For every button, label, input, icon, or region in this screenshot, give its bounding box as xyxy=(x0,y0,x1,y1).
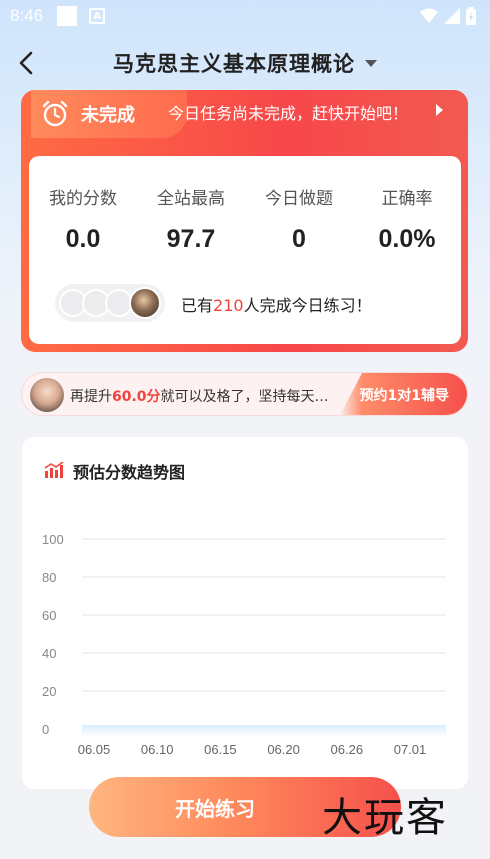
trend-chart: 100 80 60 40 20 0 06.05 06.10 06.15 06.20 06.26 07.… xyxy=(42,532,446,757)
task-hint-link[interactable]: 今日任务尚未完成，赶快开始吧！ xyxy=(168,100,408,124)
stat-value: 0.0 xyxy=(65,225,101,253)
daily-task-card: 未完成 今日任务尚未完成，赶快开始吧！ 我的分数 0.0 全站最高 97.7 今… xyxy=(21,90,468,352)
avatar xyxy=(129,287,161,319)
task-status-badge: 未完成 xyxy=(31,90,187,138)
completed-suffix: 人完成今日练习！ xyxy=(243,296,372,315)
notification-square-icon xyxy=(57,6,78,26)
chevron-right-icon[interactable] xyxy=(436,104,443,116)
status-time: 8:46 xyxy=(10,6,44,25)
stat-label: 今日做题 xyxy=(265,189,333,209)
header: 马克思主义基本原理概论 xyxy=(0,38,490,88)
status-bar: 8:46 A xyxy=(0,0,490,32)
y-tick-label: 60 xyxy=(42,608,56,623)
x-tick-label: 06.15 xyxy=(204,742,237,757)
wifi-icon xyxy=(420,8,438,23)
y-tick-label: 20 xyxy=(42,684,56,699)
tutor-banner[interactable]: 再提升60.0分就可以及格了，坚持每天… 预约1对1辅导 xyxy=(21,372,468,416)
x-tick-label: 07.01 xyxy=(394,742,427,757)
tutor-text-highlight: 60.0分 xyxy=(112,389,161,405)
y-tick-label: 40 xyxy=(42,646,56,661)
chart-title: 预估分数趋势图 xyxy=(73,463,186,482)
completed-count: 210 xyxy=(213,296,244,315)
stat-value: 0 xyxy=(292,225,306,253)
stat-accuracy: 正确率 0.0% xyxy=(353,184,461,254)
completed-prefix: 已有 xyxy=(181,296,214,315)
stats-panel: 我的分数 0.0 全站最高 97.7 今日做题 0 正确率 0.0% 已有210… xyxy=(29,156,461,344)
y-tick-label: 0 xyxy=(42,722,49,737)
stats-row: 我的分数 0.0 全站最高 97.7 今日做题 0 正确率 0.0% xyxy=(29,184,461,254)
status-right-icons xyxy=(420,7,476,25)
book-tutoring-button[interactable]: 预约1对1辅导 xyxy=(339,373,467,415)
y-tick-label: 100 xyxy=(42,532,64,547)
signal-icon xyxy=(444,8,460,24)
watermark-text: 大玩客 xyxy=(322,795,448,841)
trend-chart-icon xyxy=(44,462,64,478)
tutor-text-prefix: 再提升 xyxy=(70,389,112,405)
tutor-message: 再提升60.0分就可以及格了，坚持每天… xyxy=(70,386,360,406)
stat-today-questions: 今日做题 0 xyxy=(245,184,353,254)
alarm-clock-icon xyxy=(42,100,68,127)
completed-count-text: 已有210人完成今日练习！ xyxy=(181,292,372,316)
score-trend-card: 预估分数趋势图 100 80 60 40 20 0 06.05 06.10 06.15 06.20… xyxy=(22,437,468,789)
dropdown-caret-icon[interactable] xyxy=(365,59,377,67)
task-status-label: 未完成 xyxy=(81,105,135,126)
tutor-avatar xyxy=(30,378,64,412)
stat-label: 全站最高 xyxy=(157,189,225,209)
stat-value: 97.7 xyxy=(166,225,216,253)
y-tick-label: 80 xyxy=(42,570,56,585)
stat-value: 0.0% xyxy=(378,225,436,253)
x-tick-label: 06.20 xyxy=(267,742,300,757)
page-title[interactable]: 马克思主义基本原理概论 xyxy=(113,48,355,78)
x-tick-label: 06.05 xyxy=(78,742,111,757)
notification-app-icon: A xyxy=(89,8,106,24)
stat-my-score: 我的分数 0.0 xyxy=(29,184,137,254)
stat-label: 我的分数 xyxy=(49,189,117,209)
tutor-text-suffix: 就可以及格了，坚持每天… xyxy=(160,389,329,405)
stat-label: 正确率 xyxy=(381,189,433,209)
x-tick-label: 06.26 xyxy=(331,742,364,757)
x-tick-label: 06.10 xyxy=(141,742,174,757)
stat-site-highest: 全站最高 97.7 xyxy=(137,184,245,254)
battery-icon xyxy=(466,7,476,25)
completed-users-avatars xyxy=(55,284,165,322)
back-arrow-icon[interactable] xyxy=(14,50,40,76)
